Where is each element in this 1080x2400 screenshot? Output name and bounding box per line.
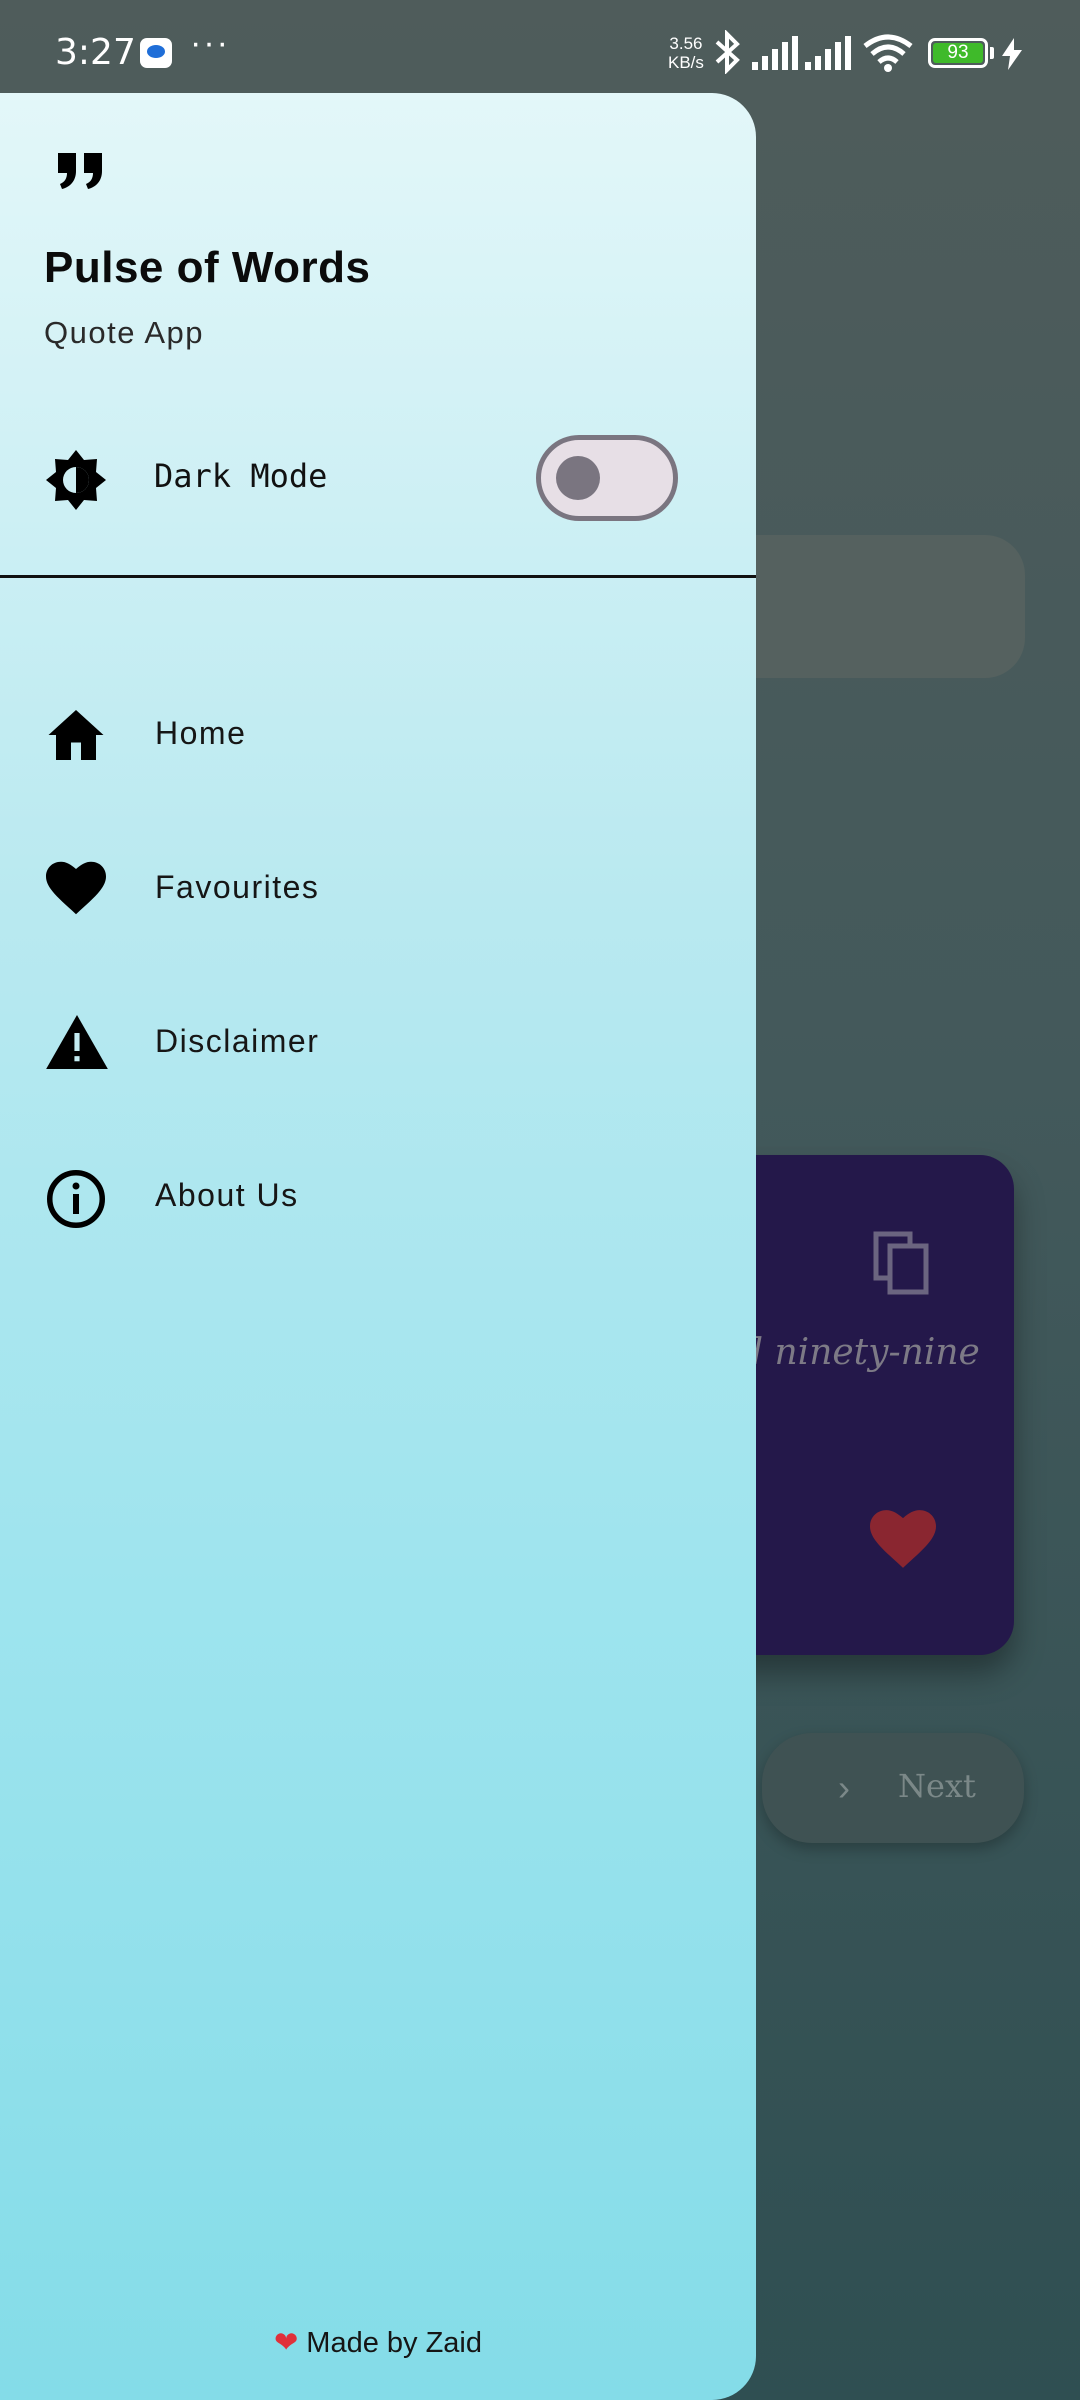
- dark-mode-label: Dark Mode: [154, 457, 328, 495]
- charging-icon: [1002, 38, 1022, 70]
- favourite-heart-icon: [870, 1510, 936, 1568]
- battery-tip: [990, 47, 994, 59]
- home-icon: [48, 710, 104, 760]
- next-button: › Next: [762, 1733, 1024, 1843]
- nav-item-favourites[interactable]: Favourites: [0, 829, 756, 949]
- more-notifications-icon: ···: [190, 24, 230, 62]
- brightness-icon: [46, 450, 106, 510]
- dark-mode-toggle[interactable]: [536, 435, 678, 521]
- quote-text-fragment: d ninety-nine: [740, 1332, 980, 1373]
- toggle-knob: [556, 456, 600, 500]
- message-notification-icon: [140, 38, 172, 68]
- network-speed-value: 3.56: [669, 34, 703, 53]
- heart-icon: [46, 861, 106, 915]
- battery-icon: 93: [928, 38, 988, 68]
- bluetooth-icon: [715, 30, 740, 74]
- info-icon: [47, 1170, 105, 1228]
- nav-label-favourites: Favourites: [155, 869, 320, 905]
- copy-icon: [873, 1231, 929, 1295]
- network-speed: 3.56 KB/s: [668, 34, 704, 72]
- nav-label-home: Home: [155, 715, 247, 751]
- app-title: Pulse of Words: [44, 243, 371, 292]
- nav-item-home[interactable]: Home: [0, 675, 756, 795]
- nav-label-about-us: About Us: [155, 1177, 299, 1213]
- chevron-right-icon: ›: [838, 1767, 850, 1808]
- nav-item-disclaimer[interactable]: Disclaimer: [0, 983, 756, 1103]
- status-bar: 3:27 ··· 3.56 KB/s 93: [0, 0, 1080, 100]
- signal-strength-icon-2: [805, 36, 851, 70]
- quote-logo-icon: [58, 153, 102, 189]
- warning-icon: [46, 1015, 108, 1069]
- footer-text: Made by Zaid: [306, 2327, 482, 2359]
- network-speed-unit: KB/s: [668, 53, 704, 72]
- red-heart-icon: ❤: [273, 2327, 299, 2359]
- navigation-drawer: Pulse of Words Quote App Dark Mode Home …: [0, 93, 756, 2400]
- nav-label-disclaimer: Disclaimer: [155, 1023, 320, 1059]
- wifi-icon: [863, 34, 913, 72]
- next-label: Next: [898, 1767, 976, 1805]
- signal-strength-icon: [752, 36, 798, 70]
- nav-item-about-us[interactable]: About Us: [0, 1137, 756, 1257]
- app-subtitle: Quote App: [44, 315, 205, 350]
- status-time: 3:27: [55, 32, 136, 73]
- drawer-divider: [0, 575, 756, 578]
- footer-credit: ❤ Made by Zaid: [0, 2325, 756, 2360]
- battery-level: 93: [933, 43, 983, 63]
